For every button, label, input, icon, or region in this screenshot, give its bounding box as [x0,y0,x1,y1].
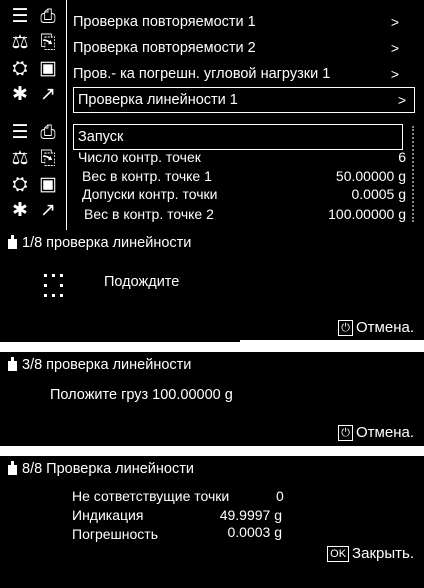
place-weight-message: Положите груз 100.00000 g [50,387,233,403]
close-button[interactable]: OK Закрыть. [327,545,414,562]
nonconforming-points-label: Не сответствущие точки [72,488,230,504]
cloud-icon[interactable]: ⛭ [6,55,34,81]
scrollbar[interactable] [412,126,418,222]
separator [0,340,240,342]
checkpoint-weight-1-value[interactable]: 50.00000 g [336,168,406,184]
graph-icon[interactable]: ↗ [34,197,62,223]
tare-key-icon: ⏻ [338,320,353,336]
checkpoint-weight-1-label: Вес в контр. точке 1 [82,168,212,184]
screen-title: 3/8 проверка линейности [22,357,192,373]
ok-key-icon: OK [327,546,350,562]
list-icon[interactable]: ☰ [6,3,34,29]
balance-icon[interactable]: ⚖ [6,145,34,171]
menu-item-linearity-1[interactable]: Проверка линейности 1 > [73,87,415,113]
settings-gear-icon[interactable]: ✱ [6,81,34,107]
error-label: Погрешность [72,526,158,542]
start-label: Запуск [78,129,124,145]
menu-item-label: Проверка линейности 1 [78,92,238,108]
chevron-right-icon: > [397,92,406,108]
checkpoint-count-value[interactable]: 6 [398,149,406,165]
menu-item-repeatability-2[interactable]: Проверка повторяемости 2 > [73,36,413,60]
list-icon[interactable]: ☰ [6,119,34,145]
checkpoint-tolerance-label: Допуски контр. точки [82,186,218,202]
results-screen: 8/8 Проверка линейности Не сответствущие… [0,456,424,588]
menu-screen: ☰ ⎙ ⚖ ⎘ ⛭ ▣ ✱ ↗ Проверка повторяемости 1… [0,0,424,116]
chevron-right-icon: > [390,14,399,30]
indication-value: 49.9997 g [219,507,282,523]
busy-indicator-icon [44,274,64,298]
checkpoint-weight-2-label: Вес в контр. точке 2 [84,206,214,222]
cancel-button[interactable]: ⏻ Отмена. [338,424,414,441]
nonconforming-points-value: 0 [276,488,284,504]
weight-icon [8,357,17,371]
chevron-right-icon: > [390,66,399,82]
error-value: 0.0003 g [227,524,283,540]
start-button[interactable]: Запуск [73,124,403,150]
screen-title: 8/8 Проверка линейности [22,461,194,477]
printer-icon[interactable]: ⎙ [34,3,62,29]
save-icon[interactable]: ▣ [34,55,62,81]
close-label: Закрыть. [352,545,414,562]
checkpoint-count-label: Число контр. точек [78,149,201,165]
cancel-label: Отмена. [356,424,414,441]
checkpoint-weight-2-value[interactable]: 100.00000 g [328,206,406,222]
menu-item-label: Проверка повторяемости 2 [73,40,256,56]
menu-item-label: Проверка повторяемости 1 [73,14,256,30]
weight-icon [8,235,17,249]
cancel-button[interactable]: ⏻ Отмена. [338,319,414,336]
menu-item-repeatability-1[interactable]: Проверка повторяемости 1 > [73,10,413,34]
cancel-label: Отмена. [356,319,414,336]
screen-title: 1/8 проверка линейности [22,235,192,251]
graph-icon[interactable]: ↗ [34,81,62,107]
tare-key-icon: ⏻ [338,425,353,441]
wait-screen: 1/8 проверка линейности Подождите ⏻ Отмен… [0,230,424,340]
menu-item-corner-load[interactable]: Пров.- ка погрешн. угловой нагрузки 1 > [73,62,413,86]
divider [66,0,67,116]
indication-label: Индикация [72,507,144,523]
save-icon[interactable]: ▣ [34,171,62,197]
menu-item-label: Пров.- ка погрешн. угловой нагрузки 1 [73,66,331,82]
cloud-icon[interactable]: ⛭ [6,171,34,197]
weight-icon [8,461,17,475]
divider [66,116,67,230]
wait-message: Подождите [104,274,180,290]
printer-icon[interactable]: ⎙ [34,119,62,145]
chevron-right-icon: > [390,40,399,56]
checkpoint-tolerance-value[interactable]: 0.0005 g [352,186,407,202]
adjust-icon[interactable]: ⎘ [34,29,62,55]
settings-gear-icon[interactable]: ✱ [6,197,34,223]
balance-icon[interactable]: ⚖ [6,29,34,55]
place-weight-screen: 3/8 проверка линейности Положите груз 10… [0,352,424,446]
linearity-settings-screen: ☰ ⎙ ⚖ ⎘ ⛭ ▣ ✱ ↗ Запуск Число контр. точе… [0,116,424,230]
adjust-icon[interactable]: ⎘ [34,145,62,171]
